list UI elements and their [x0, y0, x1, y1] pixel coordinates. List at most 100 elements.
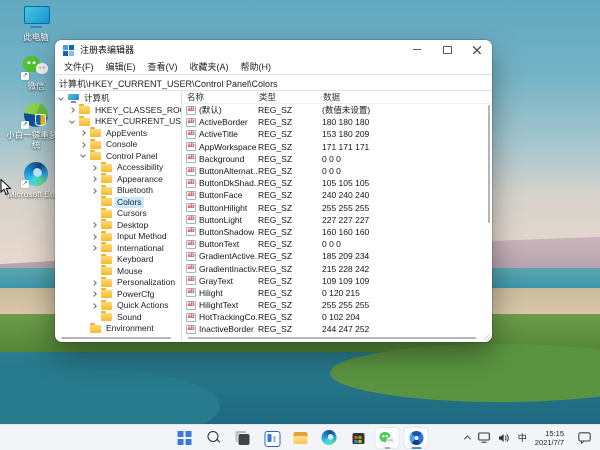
value-data: 227 227 227 [322, 215, 492, 225]
chevron-right-icon[interactable] [69, 107, 75, 113]
registry-value-row[interactable]: abButtonFaceREG_SZ240 240 240 [182, 189, 492, 201]
menu-favorites[interactable]: 收藏夹(A) [184, 60, 235, 73]
tree-item[interactable]: Input Method [55, 231, 181, 243]
chevron-right-icon[interactable] [80, 130, 86, 136]
tree-item[interactable]: 计算机 [55, 93, 181, 105]
taskbar-xiaobai-button[interactable] [404, 427, 429, 449]
taskbar-store-button[interactable] [346, 427, 371, 449]
registry-value-row[interactable]: abAppWorkspaceREG_SZ171 171 171 [182, 141, 492, 153]
registry-value-row[interactable]: abHilightREG_SZ0 120 215 [182, 287, 492, 299]
tree-item[interactable]: Sound [55, 312, 181, 324]
chevron-right-icon[interactable] [91, 165, 97, 171]
tree-item[interactable]: Accessibility [55, 162, 181, 174]
clock[interactable]: 15:15 2021/7/7 [535, 429, 564, 447]
chevron-down-icon[interactable] [69, 118, 75, 124]
chevron-right-icon[interactable] [80, 142, 86, 148]
tree-item[interactable]: Control Panel [55, 151, 181, 163]
tree-item[interactable]: Bluetooth [55, 185, 181, 197]
chevron-down-icon[interactable] [80, 152, 86, 158]
tree-item[interactable]: Personalization [55, 277, 181, 289]
menu-help[interactable]: 帮助(H) [235, 60, 278, 73]
address-bar[interactable]: 计算机\HKEY_CURRENT_USER\Control Panel\Colo… [55, 74, 492, 91]
registry-value-row[interactable]: abHilightTextREG_SZ255 255 255 [182, 299, 492, 311]
chevron-right-icon[interactable] [91, 291, 97, 297]
registry-value-row[interactable]: abButtonShadowREG_SZ160 160 160 [182, 226, 492, 238]
taskbar-search-button[interactable] [201, 427, 226, 449]
chevron-right-icon[interactable] [91, 234, 97, 240]
value-name-cell: abGradientInactiv... [186, 264, 258, 274]
value-name-cell: ab(默认) [186, 104, 258, 116]
list-vertical-scrollbar[interactable] [488, 105, 490, 223]
column-header-type[interactable]: 类型 [258, 91, 322, 103]
tree-item[interactable]: Appearance [55, 174, 181, 186]
registry-value-row[interactable]: ab(默认)REG_SZ(数值未设置) [182, 104, 492, 116]
volume-icon[interactable] [498, 433, 510, 443]
tree-item[interactable]: Quick Actions [55, 300, 181, 312]
tree-pane: 计算机HKEY_CLASSES_ROOTHKEY_CURRENT_USERApp… [55, 91, 181, 342]
chevron-down-icon[interactable] [58, 95, 64, 101]
registry-value-row[interactable]: abGradientActive...REG_SZ185 209 234 [182, 250, 492, 262]
registry-value-row[interactable]: abButtonLightREG_SZ227 227 227 [182, 214, 492, 226]
string-value-icon: ab [186, 264, 196, 273]
taskbar-start-button[interactable] [172, 427, 197, 449]
taskbar-task-view-button[interactable] [230, 427, 255, 449]
xiaobai-icon [408, 430, 424, 446]
tree-item[interactable]: Desktop [55, 220, 181, 232]
ime-indicator[interactable]: 中 [518, 431, 527, 444]
menu-view[interactable]: 查看(V) [142, 60, 184, 73]
tree-item[interactable]: International [55, 243, 181, 255]
taskbar-widgets-button[interactable] [259, 427, 284, 449]
menu-file[interactable]: 文件(F) [58, 60, 100, 73]
registry-value-row[interactable]: abActiveTitleREG_SZ153 180 209 [182, 128, 492, 140]
resize-grip-icon[interactable] [483, 333, 490, 340]
minimize-button[interactable] [402, 40, 432, 59]
tree-item-label: Cursors [115, 208, 149, 219]
tree-item[interactable]: HKEY_CURRENT_USER [55, 116, 181, 128]
tree-item[interactable]: PowerCfg [55, 289, 181, 301]
title-bar[interactable]: 注册表编辑器 [55, 40, 492, 59]
desktop[interactable]: 此电脑↗微信↗小白一键重装系统↗Microsoft Edge 注册表编辑器 文件… [0, 0, 600, 450]
column-header-data[interactable]: 数据 [322, 91, 492, 103]
menu-edit[interactable]: 编辑(E) [100, 60, 142, 73]
tree-item[interactable]: Mouse [55, 266, 181, 278]
tree-item[interactable]: Colors [55, 197, 181, 209]
registry-value-row[interactable]: abGrayTextREG_SZ109 109 109 [182, 275, 492, 287]
close-button[interactable] [462, 40, 492, 59]
registry-value-row[interactable]: abGradientInactiv...REG_SZ215 228 242 [182, 262, 492, 274]
tree-item[interactable]: HKEY_CLASSES_ROOT [55, 105, 181, 117]
registry-value-row[interactable]: abButtonHilightREG_SZ255 255 255 [182, 202, 492, 214]
registry-value-row[interactable]: abButtonDkShad...REG_SZ105 105 105 [182, 177, 492, 189]
taskbar-edge-button[interactable] [317, 427, 342, 449]
taskbar-wechat-button[interactable] [375, 427, 400, 449]
tray-chevron-up-icon[interactable] [464, 435, 471, 442]
network-icon[interactable] [478, 432, 490, 443]
tree-item[interactable]: Console [55, 139, 181, 151]
list-horizontal-scrollbar[interactable] [188, 337, 476, 339]
chevron-right-icon[interactable] [91, 222, 97, 228]
tree-item[interactable]: Environment [55, 323, 181, 335]
tree-item[interactable]: Keyboard [55, 254, 181, 266]
registry-value-row[interactable]: abButtonTextREG_SZ0 0 0 [182, 238, 492, 250]
column-header-name[interactable]: 名称 [186, 91, 258, 103]
registry-value-row[interactable]: abActiveBorderREG_SZ180 180 180 [182, 116, 492, 128]
tree-item-label: Quick Actions [115, 300, 171, 311]
chevron-right-icon[interactable] [91, 176, 97, 182]
desktop-icon-this-pc[interactable]: 此电脑 [6, 4, 66, 42]
registry-value-row[interactable]: abBackgroundREG_SZ0 0 0 [182, 153, 492, 165]
registry-value-row[interactable]: abButtonAlternat...REG_SZ0 0 0 [182, 165, 492, 177]
value-data: 244 247 252 [322, 324, 492, 334]
chevron-right-icon[interactable] [91, 303, 97, 309]
tree-horizontal-scrollbar[interactable] [61, 337, 171, 339]
tree-item[interactable]: AppEvents [55, 128, 181, 140]
chevron-right-icon[interactable] [91, 188, 97, 194]
chevron-right-icon[interactable] [91, 280, 97, 286]
value-name-cell: abHilightText [186, 300, 258, 310]
maximize-button[interactable] [432, 40, 462, 59]
registry-value-row[interactable]: abHotTrackingCo...REG_SZ0 102 204 [182, 311, 492, 323]
notification-center-icon[interactable] [578, 432, 591, 444]
folder-icon [101, 198, 112, 206]
chevron-right-icon[interactable] [91, 245, 97, 251]
taskbar-file-explorer-button[interactable] [288, 427, 313, 449]
tree-item[interactable]: Cursors [55, 208, 181, 220]
registry-value-row[interactable]: abInactiveBorderREG_SZ244 247 252 [182, 323, 492, 335]
